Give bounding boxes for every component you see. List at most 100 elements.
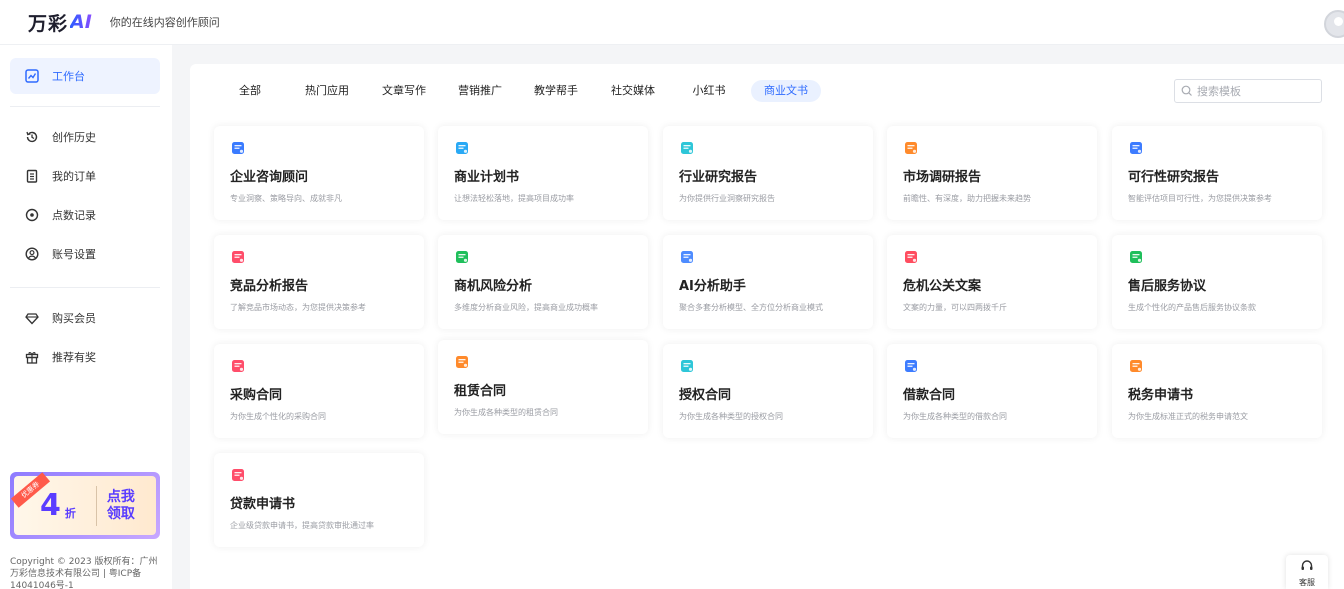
- tax-icon: [1128, 358, 1144, 374]
- template-search[interactable]: [1174, 79, 1322, 103]
- sidebar-item-membership[interactable]: 购买会员: [10, 300, 160, 336]
- vs-icon: [230, 249, 246, 265]
- customer-service-button[interactable]: 客服: [1286, 555, 1328, 589]
- copyright-text: Copyright © 2023 版权所有：广州万彩信息技术有限公司 | 粤IC…: [10, 557, 158, 589]
- top-header: 万彩 AI 你的在线内容创作顾问: [0, 0, 1344, 45]
- divider: [10, 287, 160, 288]
- template-card-desc: 为你提供行业洞察研究报告: [679, 194, 775, 203]
- loan-icon: [903, 358, 919, 374]
- template-card-title: 可行性研究报告: [1128, 170, 1220, 185]
- headset-icon: [1300, 559, 1314, 575]
- template-card-desc: 智能评估项目可行性，为您提供决策参考: [1128, 194, 1272, 203]
- tab-xiaohongshu[interactable]: 小红书: [681, 80, 737, 102]
- template-card-desc: 为你生成标准正式的税务申请范文: [1128, 412, 1248, 421]
- template-card[interactable]: 授权合同 为你生成各种类型的授权合同: [663, 344, 873, 438]
- tab-social-media[interactable]: 社交媒体: [605, 80, 661, 102]
- template-card[interactable]: 借款合同为你生成各种类型的借款合同: [887, 344, 1097, 438]
- logo-ai-mark: AI: [70, 11, 92, 33]
- sidebar-item-history[interactable]: 创作历史: [10, 119, 160, 155]
- sidebar-item-label: 创作历史: [52, 131, 96, 144]
- template-card-title: 商业计划书: [454, 170, 520, 185]
- user-icon: [24, 246, 40, 262]
- sidebar-item-label: 我的订单: [52, 170, 96, 183]
- template-card-title: 税务申请书: [1128, 388, 1194, 403]
- customer-service-label: 客服: [1299, 578, 1315, 587]
- search-input[interactable]: [1197, 84, 1317, 98]
- discount-unit: 折: [64, 506, 76, 520]
- template-card[interactable]: 商业计划书让想法轻松落地，提高项目成功率: [438, 126, 648, 220]
- template-panel: 全部 热门应用 文章写作 营销推广 教学帮手 社交媒体 小红书 商业文书 企业咨…: [190, 64, 1344, 589]
- template-card-desc: 文案的力量，可以四两拨千斤: [903, 303, 1007, 312]
- template-card-desc: 为你生成各种类型的借款合同: [903, 412, 1007, 421]
- template-card-desc: 企业级贷款申请书，提高贷款审批通过率: [230, 521, 374, 530]
- claim-coupon-label[interactable]: 点我领取: [106, 489, 136, 523]
- consult-icon: [230, 140, 246, 156]
- tab-all[interactable]: 全部: [224, 80, 276, 102]
- template-card[interactable]: 租赁合同 为你生成各种类型的租赁合同: [438, 340, 648, 434]
- template-card-title: 竞品分析报告: [230, 279, 309, 294]
- survey-icon: [903, 140, 919, 156]
- coupon-body: 优惠券 4 折 点我领取: [10, 472, 156, 535]
- tagline: 你的在线内容创作顾问: [109, 16, 220, 29]
- service-doc-icon: [1128, 249, 1144, 265]
- template-card[interactable]: 行业研究报告为你提供行业洞察研究报告: [663, 126, 873, 220]
- template-card-title: 授权合同: [679, 388, 732, 403]
- discount-coupon-banner[interactable]: 优惠券 4 折 点我领取: [10, 472, 160, 539]
- template-card-desc: 聚合多套分析模型、全方位分析商业模式: [679, 303, 823, 312]
- report-icon: [679, 140, 695, 156]
- sidebar-item-orders[interactable]: 我的订单: [10, 158, 160, 194]
- template-card[interactable]: 采购合同为你生成个性化的采购合同: [214, 344, 424, 438]
- ai-icon: [679, 249, 695, 265]
- template-card-desc: 为你生成个性化的采购合同: [230, 412, 326, 421]
- tab-marketing[interactable]: 营销推广: [452, 80, 508, 102]
- sidebar-item-label: 账号设置: [52, 248, 96, 261]
- sidebar-item-workbench[interactable]: 工作台: [10, 58, 160, 94]
- sidebar-item-points[interactable]: 点数记录: [10, 197, 160, 233]
- application-icon: [230, 467, 246, 483]
- template-card[interactable]: AI分析助手聚合多套分析模型、全方位分析商业模式: [663, 235, 873, 329]
- divider: [10, 106, 160, 107]
- template-card-title: 危机公关文案: [903, 279, 982, 294]
- template-card-desc: 生成个性化的产品售后服务协议条款: [1128, 303, 1256, 312]
- sidebar-item-label: 点数记录: [52, 209, 96, 222]
- template-card-title: 贷款申请书: [230, 497, 296, 512]
- template-card-title: 行业研究报告: [679, 170, 758, 185]
- logo[interactable]: 万彩 AI: [28, 9, 92, 36]
- chart-icon: [24, 68, 40, 84]
- sidebar-item-label: 购买会员: [52, 312, 96, 325]
- sidebar: 工作台 创作历史 我的订单 点数记录 账号设置 购买会员 推荐有奖 优惠券 4 …: [0, 45, 172, 589]
- tab-article-writing[interactable]: 文章写作: [376, 80, 432, 102]
- template-card[interactable]: 市场调研报告 前瞻性、有深度，助力把握未来趋势: [887, 126, 1097, 220]
- template-card-title: AI分析助手: [679, 279, 746, 294]
- template-card-desc: 专业洞察、策略导向、成就非凡: [230, 194, 342, 203]
- template-card[interactable]: 税务申请书为你生成标准正式的税务申请范文: [1112, 344, 1322, 438]
- template-card[interactable]: 贷款申请书企业级贷款申请书，提高贷款审批通过率: [214, 453, 424, 547]
- template-card-desc: 让想法轻松落地，提高项目成功率: [454, 194, 574, 203]
- tab-popular[interactable]: 热门应用: [299, 80, 355, 102]
- template-card[interactable]: 可行性研究报告智能评估项目可行性，为您提供决策参考: [1112, 126, 1322, 220]
- template-card-title: 借款合同: [903, 388, 956, 403]
- template-card[interactable]: 竞品分析报告了解竞品市场动态，为您提供决策参考: [214, 235, 424, 329]
- template-card[interactable]: 企业咨询顾问 专业洞察、策略导向、成就非凡: [214, 126, 424, 220]
- tab-teaching[interactable]: 教学帮手: [528, 80, 584, 102]
- avatar[interactable]: [1324, 10, 1344, 38]
- template-card[interactable]: 商机风险分析多维度分析商业风险，提高商业成功概率: [438, 235, 648, 329]
- template-card-desc: 了解竞品市场动态，为您提供决策参考: [230, 303, 366, 312]
- feasibility-icon: [1128, 140, 1144, 156]
- template-card-title: 采购合同: [230, 388, 283, 403]
- template-card-title: 商机风险分析: [454, 279, 533, 294]
- tab-business-docs[interactable]: 商业文书: [751, 80, 821, 102]
- template-card-title: 市场调研报告: [903, 170, 982, 185]
- plan-icon: [454, 140, 470, 156]
- sidebar-item-referral[interactable]: 推荐有奖: [10, 339, 160, 375]
- lease-icon: [454, 354, 470, 370]
- template-card-desc: 多维度分析商业风险，提高商业成功概率: [454, 303, 598, 312]
- order-icon: [24, 168, 40, 184]
- template-card[interactable]: 危机公关文案文案的力量，可以四两拨千斤: [887, 235, 1097, 329]
- template-card-title: 售后服务协议: [1128, 279, 1207, 294]
- sidebar-item-account[interactable]: 账号设置: [10, 236, 160, 272]
- shield-icon: [454, 249, 470, 265]
- template-card[interactable]: 售后服务协议生成个性化的产品售后服务协议条款: [1112, 235, 1322, 329]
- history-icon: [24, 129, 40, 145]
- template-card-title: 租赁合同: [454, 384, 507, 399]
